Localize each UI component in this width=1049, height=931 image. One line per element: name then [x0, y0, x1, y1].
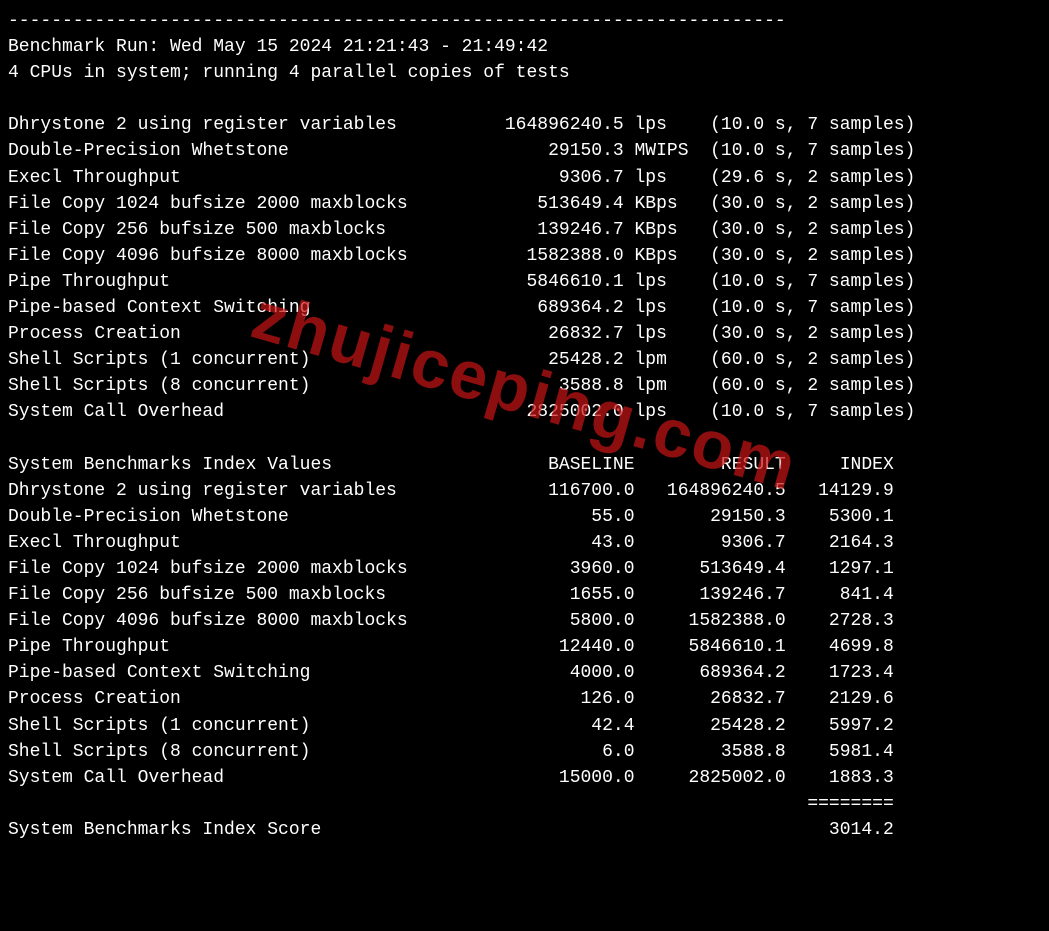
- terminal-output: ----------------------------------------…: [8, 8, 1041, 843]
